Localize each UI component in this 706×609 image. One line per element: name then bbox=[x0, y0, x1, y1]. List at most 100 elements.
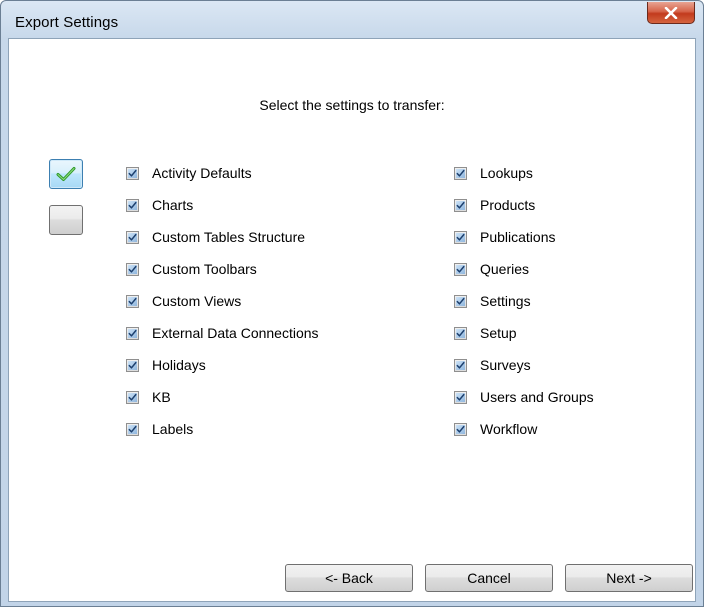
checkbox-label: Users and Groups bbox=[480, 389, 594, 405]
checkbox[interactable] bbox=[126, 166, 139, 180]
checkbox-label: KB bbox=[152, 389, 171, 405]
checkbox-fill bbox=[128, 424, 137, 434]
close-button[interactable] bbox=[647, 2, 695, 24]
checkbox-label: Surveys bbox=[480, 357, 531, 373]
checkbox-fill bbox=[456, 360, 465, 370]
checkbox[interactable] bbox=[126, 326, 139, 340]
checkbox-fill bbox=[456, 200, 465, 210]
checkbox[interactable] bbox=[126, 262, 139, 276]
checkbox[interactable] bbox=[454, 294, 467, 308]
checkbox[interactable] bbox=[454, 326, 467, 340]
checkbox[interactable] bbox=[454, 422, 467, 436]
checkbox-label: Holidays bbox=[152, 357, 206, 373]
checkbox[interactable] bbox=[126, 390, 139, 404]
settings-list-left: Activity Defaults Charts Custom Tables S… bbox=[126, 157, 319, 445]
checkbox-label: Settings bbox=[480, 293, 531, 309]
checkbox-fill bbox=[456, 296, 465, 306]
cancel-button[interactable]: Cancel bbox=[425, 564, 553, 592]
checkbox-check-icon bbox=[128, 393, 137, 401]
dialog-body: Select the settings to transfer: Activit… bbox=[8, 38, 696, 602]
checkbox-label: Labels bbox=[152, 421, 194, 437]
checkbox[interactable] bbox=[126, 294, 139, 308]
checkbox-check-icon bbox=[456, 393, 465, 401]
checkbox-check-icon bbox=[128, 201, 137, 209]
checkbox-item-lookups[interactable]: Lookups bbox=[454, 157, 594, 189]
checkbox-check-icon bbox=[456, 233, 465, 241]
checkbox-label: Products bbox=[480, 197, 536, 213]
checkbox-check-icon bbox=[128, 329, 137, 337]
checkbox[interactable] bbox=[454, 358, 467, 372]
checkbox-item-kb[interactable]: KB bbox=[126, 381, 319, 413]
checkbox-fill bbox=[456, 232, 465, 242]
checkmark-icon bbox=[56, 167, 76, 181]
checkbox-check-icon bbox=[128, 361, 137, 369]
checkbox-fill bbox=[128, 200, 137, 210]
checkbox-label: Workflow bbox=[480, 421, 538, 437]
checkbox-check-icon bbox=[128, 297, 137, 305]
checkbox-label: Setup bbox=[480, 325, 517, 341]
checkbox-check-icon bbox=[456, 297, 465, 305]
checkbox-check-icon bbox=[128, 233, 137, 241]
checkbox-fill bbox=[456, 424, 465, 434]
checkbox[interactable] bbox=[126, 198, 139, 212]
checkbox-item-external-data-connections[interactable]: External Data Connections bbox=[126, 317, 319, 349]
checkbox-fill bbox=[128, 360, 137, 370]
checkbox-item-labels[interactable]: Labels bbox=[126, 413, 319, 445]
clear-all-button[interactable] bbox=[49, 205, 83, 235]
checkbox-label: Lookups bbox=[480, 165, 533, 181]
checkbox-fill bbox=[128, 264, 137, 274]
checkbox-label: Activity Defaults bbox=[152, 165, 252, 181]
checkbox-fill bbox=[456, 264, 465, 274]
checkbox[interactable] bbox=[126, 358, 139, 372]
checkbox-item-activity-defaults[interactable]: Activity Defaults bbox=[126, 157, 319, 189]
checkbox-item-setup[interactable]: Setup bbox=[454, 317, 594, 349]
checkbox-check-icon bbox=[456, 169, 465, 177]
checkbox[interactable] bbox=[454, 166, 467, 180]
window-title: Export Settings bbox=[15, 14, 119, 31]
checkbox[interactable] bbox=[454, 390, 467, 404]
checkbox-item-holidays[interactable]: Holidays bbox=[126, 349, 319, 381]
checkbox-fill bbox=[128, 168, 137, 178]
checkbox[interactable] bbox=[454, 230, 467, 244]
checkbox-item-custom-tables-structure[interactable]: Custom Tables Structure bbox=[126, 221, 319, 253]
close-icon bbox=[664, 6, 678, 19]
next-button[interactable]: Next -> bbox=[565, 564, 693, 592]
checkbox-label: Queries bbox=[480, 261, 530, 277]
back-button[interactable]: <- Back bbox=[285, 564, 413, 592]
title-bar: Export Settings bbox=[1, 1, 703, 39]
checkbox-fill bbox=[456, 168, 465, 178]
export-settings-window: Export Settings Select the settings to t… bbox=[0, 0, 704, 607]
checkbox-item-users-and-groups[interactable]: Users and Groups bbox=[454, 381, 594, 413]
checkbox[interactable] bbox=[126, 230, 139, 244]
checkbox-label: Custom Views bbox=[152, 293, 242, 309]
checkbox-item-surveys[interactable]: Surveys bbox=[454, 349, 594, 381]
checkbox-item-custom-toolbars[interactable]: Custom Toolbars bbox=[126, 253, 319, 285]
checkbox-check-icon bbox=[456, 361, 465, 369]
checkbox-check-icon bbox=[456, 265, 465, 273]
checkbox-check-icon bbox=[128, 265, 137, 273]
checkbox-item-charts[interactable]: Charts bbox=[126, 189, 319, 221]
checkbox-check-icon bbox=[128, 425, 137, 433]
checkbox[interactable] bbox=[454, 262, 467, 276]
checkbox-check-icon bbox=[456, 201, 465, 209]
settings-list-right: Lookups Products Publications Queries Se… bbox=[454, 157, 594, 445]
checkbox-fill bbox=[456, 328, 465, 338]
checkbox-check-icon bbox=[128, 169, 137, 177]
select-all-button[interactable] bbox=[49, 159, 83, 189]
checkbox[interactable] bbox=[454, 198, 467, 212]
checkbox-label: Custom Toolbars bbox=[152, 261, 257, 277]
checkbox-item-settings[interactable]: Settings bbox=[454, 285, 594, 317]
checkbox-check-icon bbox=[456, 329, 465, 337]
checkbox-item-queries[interactable]: Queries bbox=[454, 253, 594, 285]
checkbox-item-custom-views[interactable]: Custom Views bbox=[126, 285, 319, 317]
checkbox-label: Publications bbox=[480, 229, 556, 245]
checkbox-fill bbox=[128, 392, 137, 402]
checkbox-fill bbox=[128, 328, 137, 338]
checkbox-item-workflow[interactable]: Workflow bbox=[454, 413, 594, 445]
checkbox-item-products[interactable]: Products bbox=[454, 189, 594, 221]
checkbox-check-icon bbox=[456, 425, 465, 433]
checkbox-item-publications[interactable]: Publications bbox=[454, 221, 594, 253]
dialog-heading: Select the settings to transfer: bbox=[259, 97, 445, 113]
checkbox-label: External Data Connections bbox=[152, 325, 319, 341]
checkbox[interactable] bbox=[126, 422, 139, 436]
